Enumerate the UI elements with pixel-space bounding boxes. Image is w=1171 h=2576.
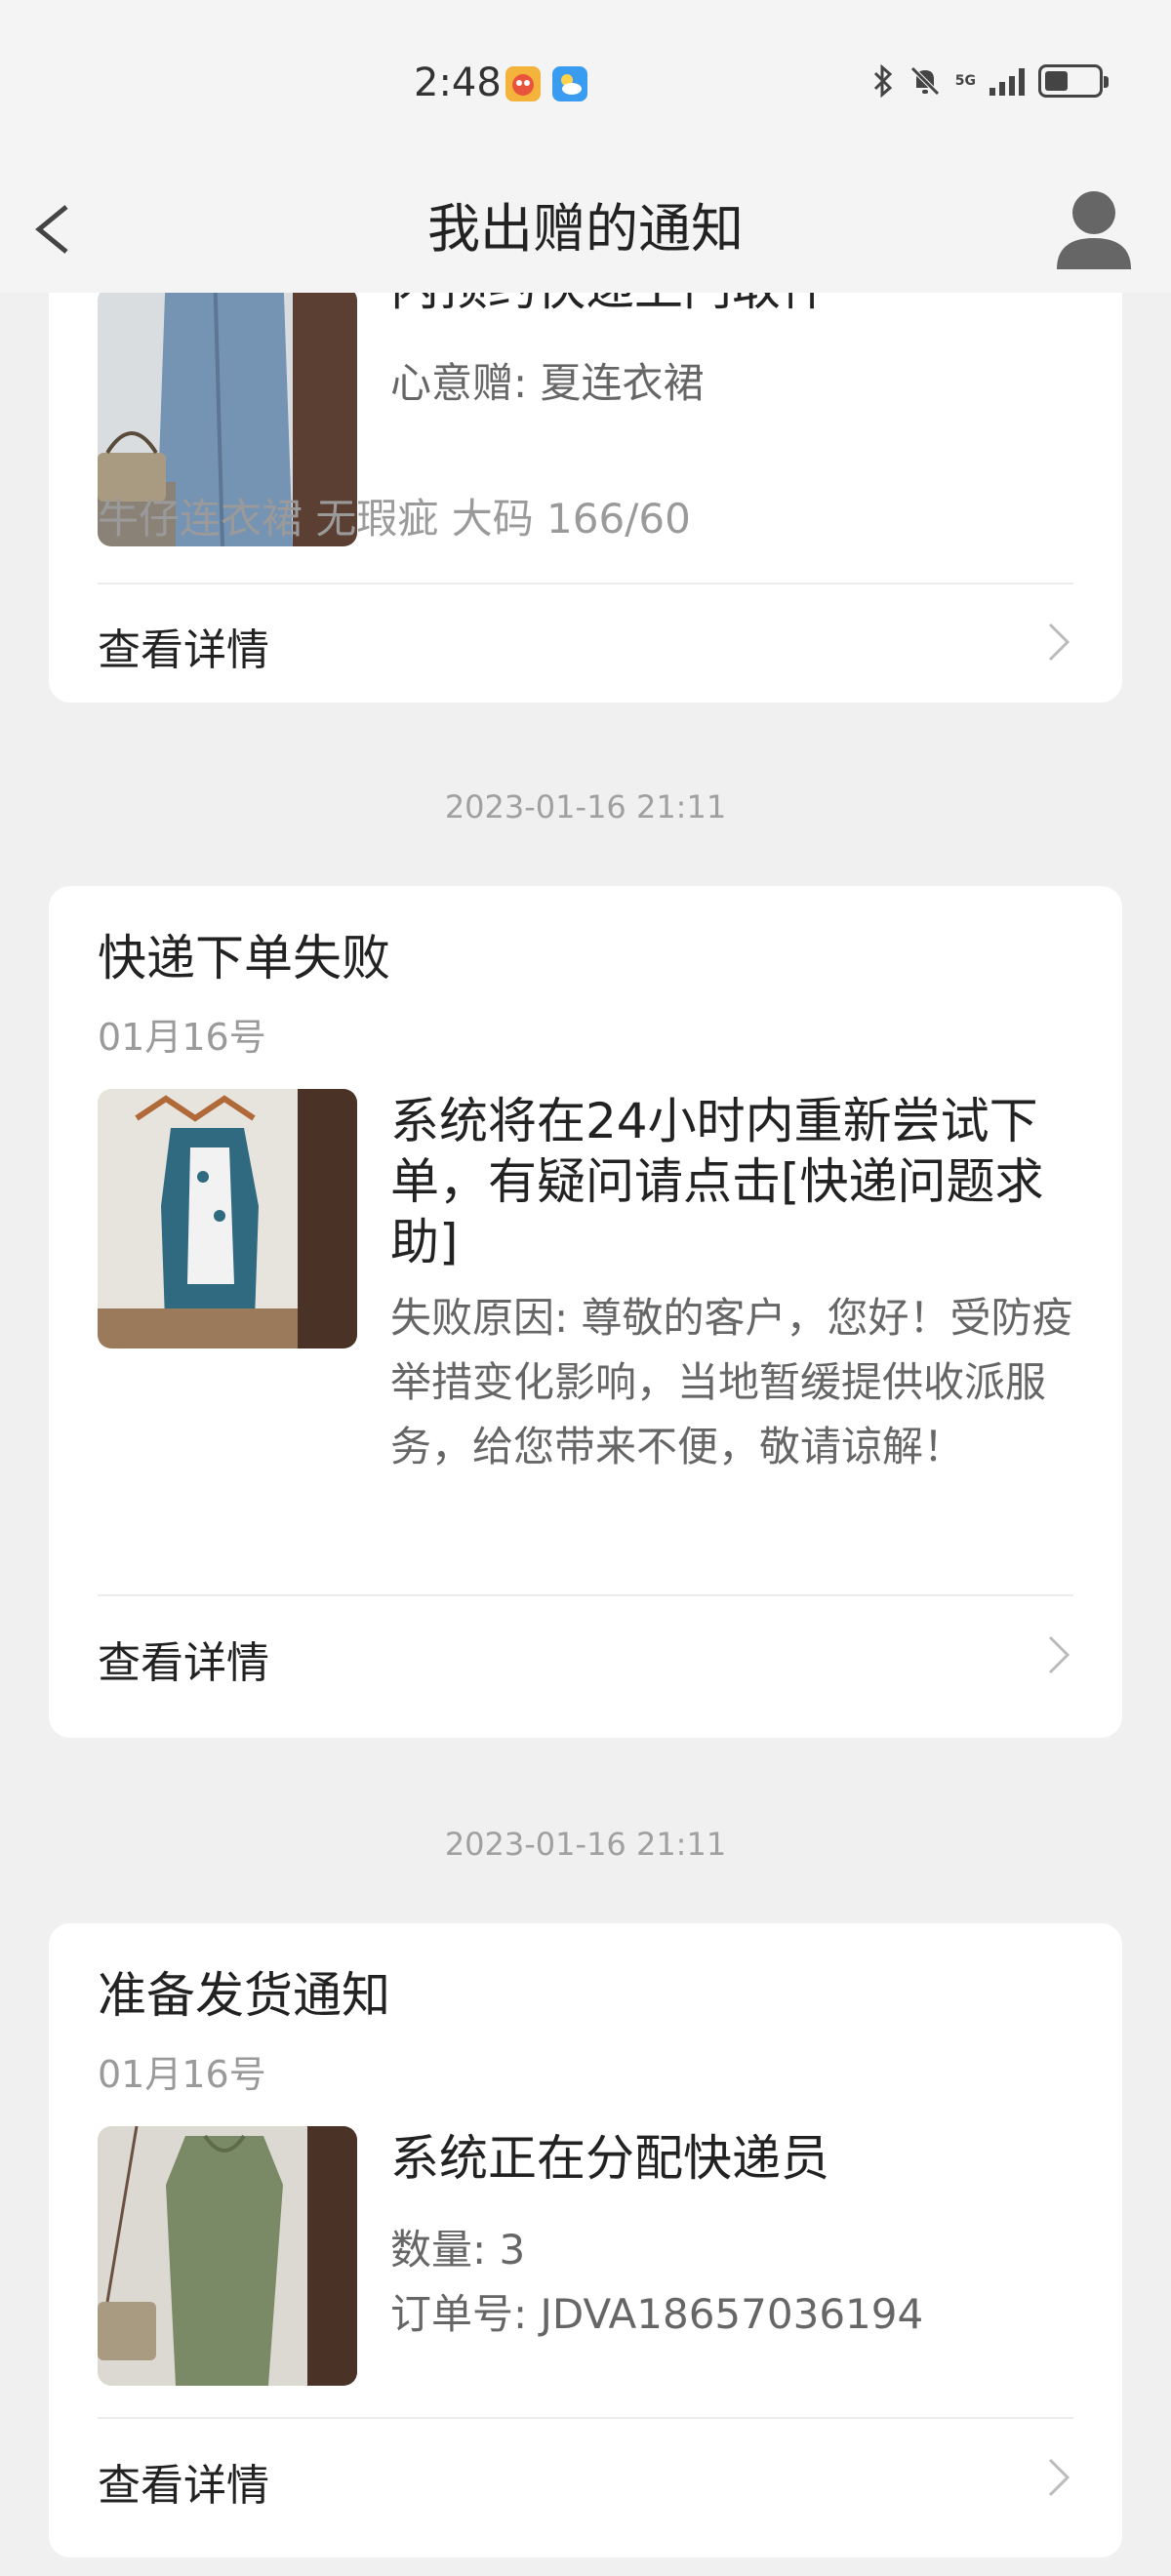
nav-bar: 我出赠的通知 <box>0 166 1171 293</box>
mute-bell-icon <box>909 66 940 96</box>
notification-card: 内预约快递上门取件 心意赠: 夏连衣裙 牛仔连衣裙 无瑕疵 大码 166/60 … <box>49 293 1122 703</box>
weather-icon <box>552 66 587 101</box>
divider <box>98 1594 1073 1596</box>
card-headline: 系统正在分配快递员 <box>390 2130 829 2187</box>
card-title: 准备发货通知 <box>98 1967 390 2024</box>
bluetooth-icon <box>873 64 892 98</box>
divider <box>98 583 1073 584</box>
network-type: 5G <box>954 73 976 89</box>
battery-fill <box>1045 71 1069 91</box>
chevron-right-icon[interactable] <box>1044 1633 1073 1676</box>
timestamp: 2023-01-16 21:11 <box>444 1826 727 1863</box>
profile-icon[interactable] <box>1054 180 1134 277</box>
signal-icon <box>989 66 1025 96</box>
card-title: 快递下单失败 <box>98 930 390 986</box>
divider <box>98 2417 1073 2419</box>
notification-list: 内预约快递上门取件 心意赠: 夏连衣裙 牛仔连衣裙 无瑕疵 大码 166/60 … <box>0 293 1171 2576</box>
page-title: 我出赠的通知 <box>427 198 744 260</box>
order-number: 订单号: JDVA18657036194 <box>390 2290 924 2338</box>
item-thumbnail[interactable] <box>98 1089 357 1348</box>
notification-card: 准备发货通知 01月16号 系统正在分配快递员 数量: 3 订单号: JDVA1… <box>49 1923 1122 2557</box>
battery-icon <box>1038 64 1109 98</box>
app-icon <box>505 66 541 101</box>
chevron-right-icon[interactable] <box>1044 2456 1073 2499</box>
failure-reason: 失败原因: 尊敬的客户，您好！受防疫举措变化影响，当地暂缓提供收派服务，给您带来… <box>390 1294 1073 1470</box>
status-time: 2:48 <box>414 60 502 105</box>
item-thumbnail[interactable] <box>98 2126 357 2386</box>
item-description: 牛仔连衣裙 无瑕疵 大码 166/60 <box>98 495 691 543</box>
quantity-line: 数量: 3 <box>390 2226 526 2274</box>
notification-card: 快递下单失败 01月16号 系统将在24小时内重新尝试下单，有疑问请点击[快递问… <box>49 886 1122 1738</box>
timestamp: 2023-01-16 21:11 <box>444 788 727 825</box>
view-details-button[interactable]: 查看详情 <box>98 1628 269 1690</box>
view-details-button[interactable]: 查看详情 <box>98 615 269 677</box>
gift-line: 心意赠: 夏连衣裙 <box>390 359 705 407</box>
card-date: 01月16号 <box>98 1016 266 1059</box>
card-headline: 内预约快递上门取件 <box>390 293 1083 318</box>
view-details-button[interactable]: 查看详情 <box>98 2450 269 2513</box>
card-headline: 系统将在24小时内重新尝试下单，有疑问请点击[快递问题求助] <box>390 1093 1044 1270</box>
card-date: 01月16号 <box>98 2053 266 2096</box>
status-bar: 2:48 5G <box>0 0 1171 166</box>
chevron-right-icon[interactable] <box>1044 621 1073 664</box>
